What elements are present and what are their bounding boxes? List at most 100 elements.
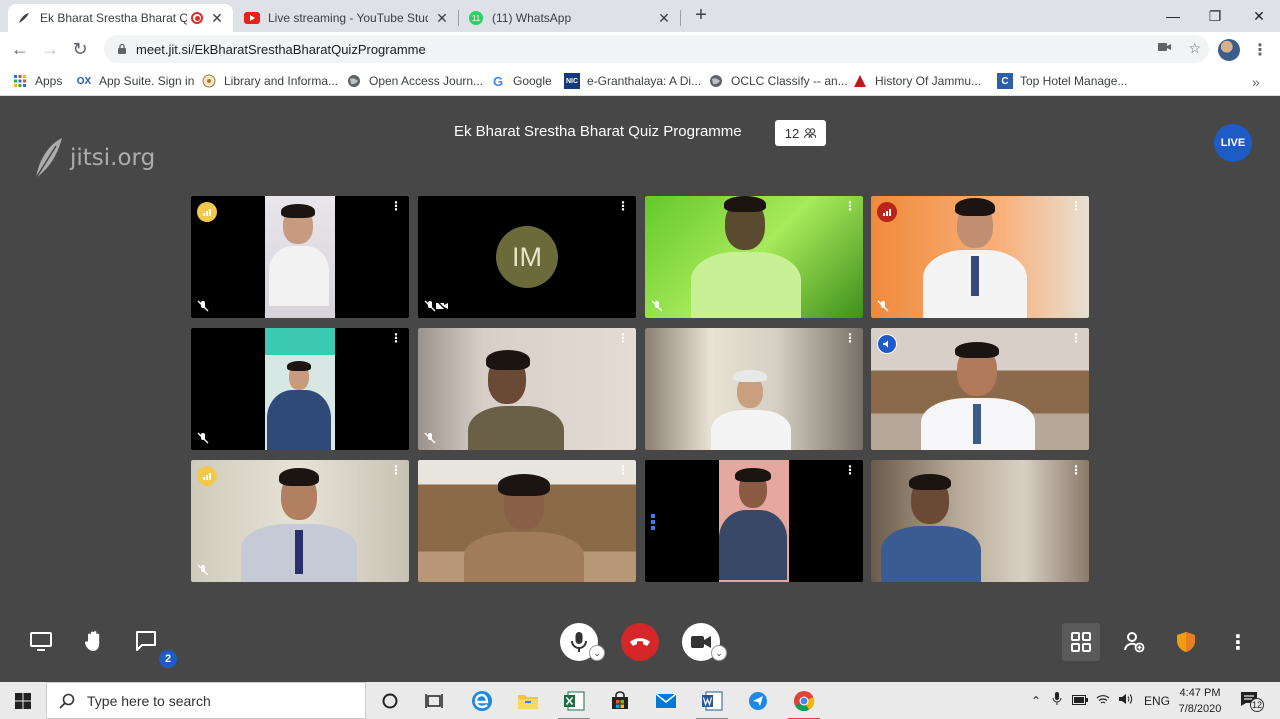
mail-app[interactable]	[646, 686, 686, 716]
chrome-menu-icon[interactable]: ⋮	[1252, 40, 1268, 60]
show-hidden-icons-icon[interactable]: ⌃	[1028, 694, 1044, 708]
action-center-button[interactable]: 12	[1240, 691, 1264, 712]
chrome-app[interactable]	[784, 686, 824, 719]
participant-tile[interactable]: ⋮	[871, 196, 1089, 318]
whatsapp-icon: 11	[468, 10, 484, 26]
input-language-indicator[interactable]: ENG	[1144, 694, 1170, 708]
more-actions-icon[interactable]: ⋮	[1228, 630, 1248, 654]
tile-menu-icon[interactable]: ⋮	[390, 332, 402, 344]
participant-tile[interactable]: ⋮	[645, 460, 863, 582]
tile-menu-icon[interactable]: ⋮	[390, 200, 402, 212]
taskbar-clock[interactable]: 4:47 PM 7/8/2020	[1170, 685, 1230, 717]
profile-avatar[interactable]	[1218, 39, 1240, 61]
mic-muted-icon	[877, 300, 889, 312]
jitsi-feather-icon	[35, 138, 62, 179]
ox-icon: OX	[76, 75, 92, 87]
bookmark-open-access[interactable]: Open Access Journ...	[346, 71, 483, 91]
microphone-in-use-icon[interactable]	[1052, 692, 1062, 709]
tile-menu-icon[interactable]: ⋮	[617, 464, 629, 476]
video-settings-chevron-icon[interactable]: ⌄	[711, 645, 727, 661]
bookmark-library[interactable]: Library and Informa...	[201, 71, 338, 91]
tile-menu-icon[interactable]: ⋮	[390, 464, 402, 476]
url-text: meet.jit.si/EkBharatSresthaBharatQuizPro…	[136, 41, 426, 57]
tile-menu-icon[interactable]: ⋮	[1070, 332, 1082, 344]
wifi-icon[interactable]	[1096, 693, 1110, 708]
bookmark-google[interactable]: G Google	[490, 71, 552, 91]
camera-permission-icon[interactable]	[1158, 40, 1172, 57]
security-options-button[interactable]	[1174, 630, 1198, 654]
back-button[interactable]: ←	[8, 37, 32, 61]
microphone-icon	[571, 632, 587, 652]
start-button[interactable]	[0, 682, 46, 719]
participant-tile[interactable]: ⋮	[418, 460, 636, 582]
hangup-button[interactable]	[621, 623, 659, 661]
close-tab-icon[interactable]: ✕	[209, 10, 225, 26]
participant-tile[interactable]: ⋮	[871, 460, 1089, 582]
close-tab-icon[interactable]: ✕	[434, 10, 450, 26]
bookmark-history-jammu[interactable]: History Of Jammu...	[852, 71, 981, 91]
connection-indicator-icon[interactable]	[197, 466, 217, 486]
participant-tile[interactable]: IM ⋮	[418, 196, 636, 318]
speaking-indicator-icon	[651, 514, 655, 530]
participant-tile[interactable]: ⋮	[191, 328, 409, 450]
file-explorer-app[interactable]	[508, 686, 548, 716]
screen-share-button[interactable]	[29, 629, 53, 653]
more-bookmarks-icon[interactable]: »	[1252, 74, 1260, 90]
tile-menu-icon[interactable]: ⋮	[844, 332, 856, 344]
tile-view-button[interactable]	[1062, 623, 1100, 661]
video-camera-icon	[691, 636, 711, 648]
messenger-app[interactable]	[738, 686, 778, 716]
jitsi-meeting-area: jitsi.org Ek Bharat Srestha Bharat Quiz …	[0, 96, 1280, 682]
participant-tile[interactable]: ⋮	[191, 196, 409, 318]
participant-tile[interactable]: ⋮	[418, 328, 636, 450]
task-view-button[interactable]	[414, 686, 454, 716]
camera-off-icon	[436, 300, 448, 312]
tile-menu-icon[interactable]: ⋮	[617, 332, 629, 344]
bookmark-apps[interactable]: Apps	[12, 71, 62, 91]
tile-menu-icon[interactable]: ⋮	[844, 464, 856, 476]
connection-indicator-icon[interactable]	[877, 202, 897, 222]
close-window-button[interactable]: ✕	[1236, 0, 1280, 32]
dominant-speaker-icon[interactable]	[877, 334, 897, 354]
tab-jitsi-meeting[interactable]: Ek Bharat Srestha Bharat Qu ✕	[8, 4, 233, 32]
connection-indicator-icon[interactable]	[197, 202, 217, 222]
invite-people-button[interactable]	[1122, 630, 1146, 654]
tab-youtube-studio[interactable]: Live streaming - YouTube Studio ✕	[236, 4, 458, 32]
tile-menu-icon[interactable]: ⋮	[844, 200, 856, 212]
restore-window-button[interactable]: ❐	[1192, 0, 1238, 32]
tile-menu-icon[interactable]: ⋮	[617, 200, 629, 212]
bookmark-star-icon[interactable]: ☆	[1188, 40, 1201, 57]
excel-app[interactable]	[554, 686, 594, 719]
tile-menu-icon[interactable]: ⋮	[1070, 200, 1082, 212]
store-app[interactable]	[600, 686, 640, 716]
raise-hand-button[interactable]	[81, 628, 107, 654]
audio-settings-chevron-icon[interactable]: ⌄	[589, 645, 605, 661]
apps-grid-icon	[12, 73, 28, 89]
chat-button[interactable]	[134, 629, 158, 653]
reload-button[interactable]: ↻	[68, 37, 92, 61]
close-tab-icon[interactable]: ✕	[656, 10, 672, 26]
participant-count-badge[interactable]: 12	[775, 120, 826, 146]
taskbar-search-box[interactable]: Type here to search	[46, 682, 366, 719]
word-app[interactable]	[692, 686, 732, 719]
lock-icon	[118, 43, 126, 54]
bookmark-oclc[interactable]: OCLC Classify -- an...	[708, 71, 848, 91]
cortana-button[interactable]	[370, 686, 410, 716]
participant-tile[interactable]: ⋮	[645, 328, 863, 450]
bookmark-app-suite[interactable]: OX App Suite. Sign in	[76, 71, 195, 91]
participant-tile[interactable]: ⋮	[645, 196, 863, 318]
bookmark-e-granthalaya[interactable]: NIC e-Granthalaya: A Di...	[564, 71, 701, 91]
tile-menu-icon[interactable]: ⋮	[1070, 464, 1082, 476]
forward-button[interactable]: →	[38, 37, 62, 61]
new-tab-button[interactable]: +	[690, 4, 712, 26]
battery-icon[interactable]	[1072, 694, 1088, 708]
chat-unread-badge: 2	[159, 650, 177, 668]
volume-icon[interactable]	[1118, 693, 1134, 708]
participant-tile[interactable]: ⋮	[191, 460, 409, 582]
minimize-window-button[interactable]: —	[1150, 0, 1196, 32]
edge-app[interactable]	[462, 686, 502, 716]
address-bar[interactable]: meet.jit.si/EkBharatSresthaBharatQuizPro…	[104, 35, 1209, 63]
tab-whatsapp[interactable]: 11 (11) WhatsApp ✕	[460, 4, 680, 32]
participant-tile-active-speaker[interactable]: ⋮	[871, 328, 1089, 450]
bookmark-top-hotel[interactable]: C Top Hotel Manage...	[997, 71, 1127, 91]
